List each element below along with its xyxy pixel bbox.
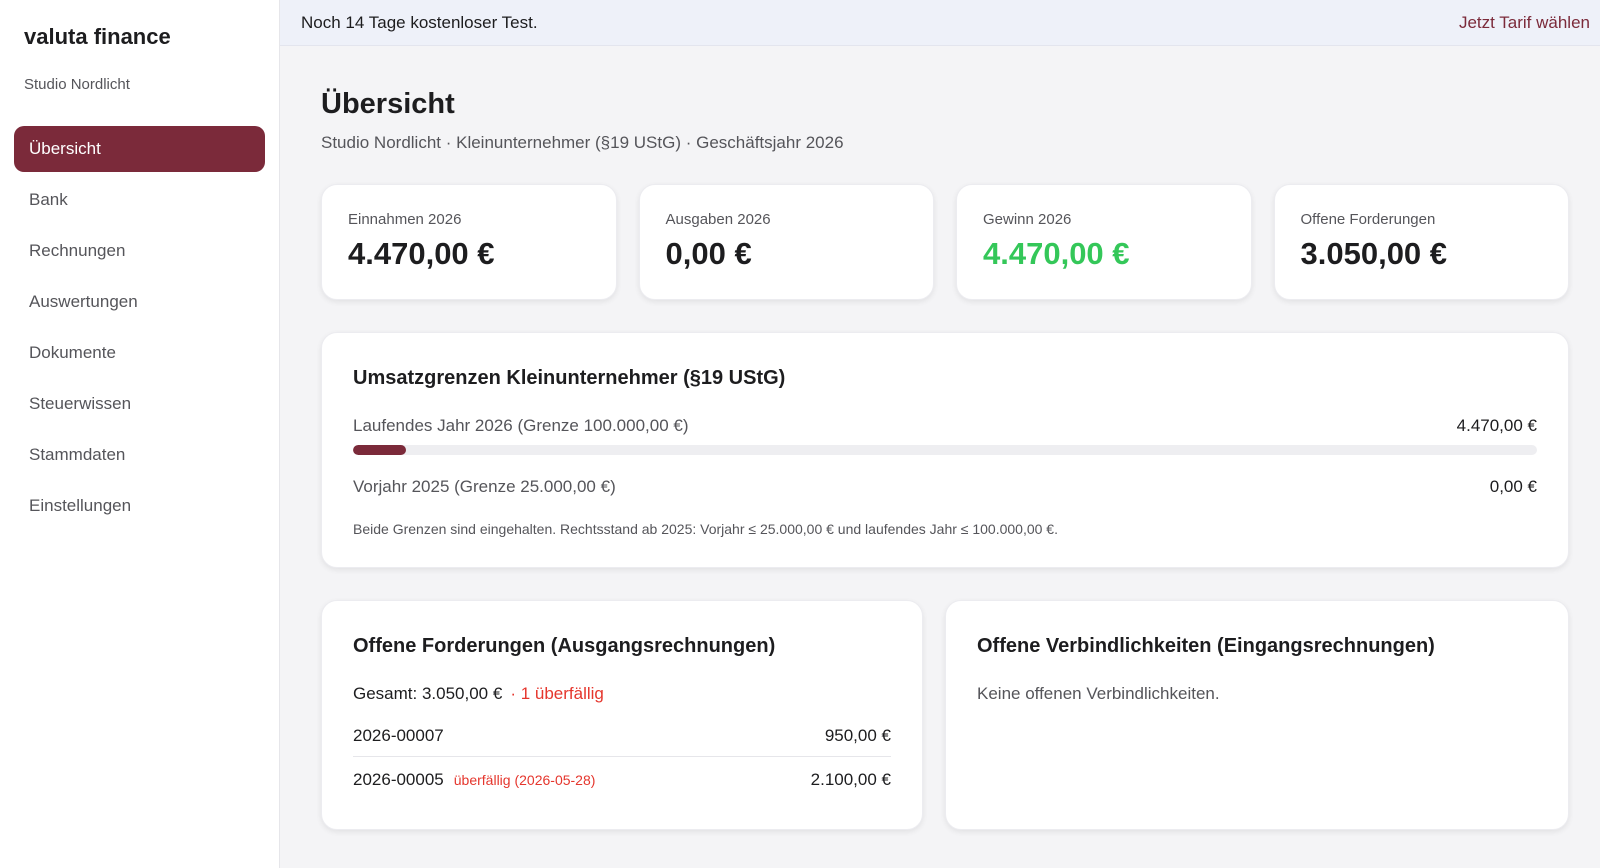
card-title: Offene Forderungen (Ausgangsrechnungen) (353, 635, 776, 657)
brand-logo[interactable]: valuta finance (0, 0, 279, 62)
stat-value: 3.050,00 € (1300, 236, 1448, 271)
invoice-number: 2026-00005 (353, 769, 444, 789)
stat-card-expenses: Ausgaben 2026 0,00 € (638, 184, 934, 300)
payables-card: Offene Verbindlichkeiten (Eingangsrechnu… (945, 600, 1569, 830)
receivables-total: Gesamt: 3.050,00 € · 1 überfällig (353, 684, 891, 704)
page-content: Übersicht Studio Nordlicht · Kleinuntern… (280, 46, 1600, 830)
total-amount: Gesamt: 3.050,00 € (353, 684, 503, 703)
page-title: Übersicht (321, 88, 455, 120)
stat-card-profit: Gewinn 2026 4.470,00 € (956, 184, 1252, 300)
limit-progress-bar (353, 445, 1537, 455)
limit-value: 4.470,00 € (1456, 416, 1537, 435)
stat-label: Gewinn 2026 (983, 211, 1072, 228)
card-title: Offene Verbindlichkeiten (Eingangsrechnu… (977, 635, 1435, 657)
stat-card-receivables: Offene Forderungen 3.050,00 € (1273, 184, 1569, 300)
limit-note: Beide Grenzen sind eingehalten. Rechtsst… (353, 521, 1058, 537)
sidebar-nav: Übersicht Bank Rechnungen Auswertungen D… (0, 126, 279, 529)
invoice-amount: 2.100,00 € (810, 769, 891, 789)
invoice-row[interactable]: 2026-00005 überfällig (2026-05-28) 2.100,… (353, 756, 891, 802)
stat-label: Offene Forderungen (1300, 211, 1436, 228)
limit-current-year: Laufendes Jahr 2026 (Grenze 100.000,00 €… (353, 416, 1537, 436)
invoice-number: 2026-00007 (353, 726, 444, 745)
limit-progress-fill (353, 445, 406, 455)
card-title: Umsatzgrenzen Kleinunternehmer (§19 UStG… (353, 367, 786, 389)
stat-value: 4.470,00 € (348, 236, 495, 271)
sidebar: valuta finance Studio Nordlicht Übersich… (0, 0, 280, 868)
sidebar-item-dokumente[interactable]: Dokumente (14, 330, 265, 376)
stat-value: 4.470,00 € (983, 236, 1130, 271)
sidebar-item-auswertungen[interactable]: Auswertungen (14, 279, 265, 325)
sidebar-item-steuerwissen[interactable]: Steuerwissen (14, 381, 265, 427)
sidebar-item-uebersicht[interactable]: Übersicht (14, 126, 265, 172)
stats-row: Einnahmen 2026 4.470,00 € Ausgaben 2026 … (321, 184, 1569, 300)
stat-label: Ausgaben 2026 (665, 211, 771, 228)
invoice-row[interactable]: 2026-00007 950,00 € (353, 716, 891, 756)
invoice-number-cell: 2026-00007 (353, 726, 444, 746)
limit-value: 0,00 € (1489, 477, 1537, 496)
limit-label: Laufendes Jahr 2026 (Grenze 100.000,00 €… (353, 416, 689, 435)
overdue-count: · 1 überfällig (510, 684, 604, 703)
trial-text: Noch 14 Tage kostenloser Test. (301, 12, 538, 32)
bottom-row: Offene Forderungen (Ausgangsrechnungen) … (321, 600, 1569, 830)
trial-banner: Noch 14 Tage kostenloser Test. Jetzt Tar… (280, 0, 1600, 46)
sidebar-item-stammdaten[interactable]: Stammdaten (14, 432, 265, 478)
organization-name: Studio Nordlicht (24, 76, 130, 93)
sidebar-item-bank[interactable]: Bank (14, 177, 265, 223)
overdue-badge: überfällig (2026-05-28) (453, 771, 596, 788)
empty-state: Keine offenen Verbindlichkeiten. (977, 684, 1220, 703)
main-area: Noch 14 Tage kostenloser Test. Jetzt Tar… (280, 0, 1600, 868)
stat-card-income: Einnahmen 2026 4.470,00 € (321, 184, 617, 300)
sidebar-item-einstellungen[interactable]: Einstellungen (14, 483, 265, 529)
limit-label: Vorjahr 2025 (Grenze 25.000,00 €) (353, 477, 616, 496)
limit-previous-year: Vorjahr 2025 (Grenze 25.000,00 €) 0,00 € (353, 477, 1537, 497)
page-subtitle: Studio Nordlicht · Kleinunternehmer (§19… (321, 133, 844, 152)
invoice-list: 2026-00007 950,00 € 2026-00005 überfällig… (353, 716, 891, 802)
invoice-number-cell: 2026-00005 überfällig (2026-05-28) (353, 770, 595, 790)
stat-label: Einnahmen 2026 (348, 211, 462, 228)
stat-value: 0,00 € (665, 236, 752, 271)
invoice-amount: 950,00 € (824, 726, 891, 745)
revenue-limits-card: Umsatzgrenzen Kleinunternehmer (§19 UStG… (321, 332, 1569, 568)
receivables-card: Offene Forderungen (Ausgangsrechnungen) … (321, 600, 923, 830)
choose-plan-link[interactable]: Jetzt Tarif wählen (1459, 13, 1590, 33)
sidebar-item-rechnungen[interactable]: Rechnungen (14, 228, 265, 274)
